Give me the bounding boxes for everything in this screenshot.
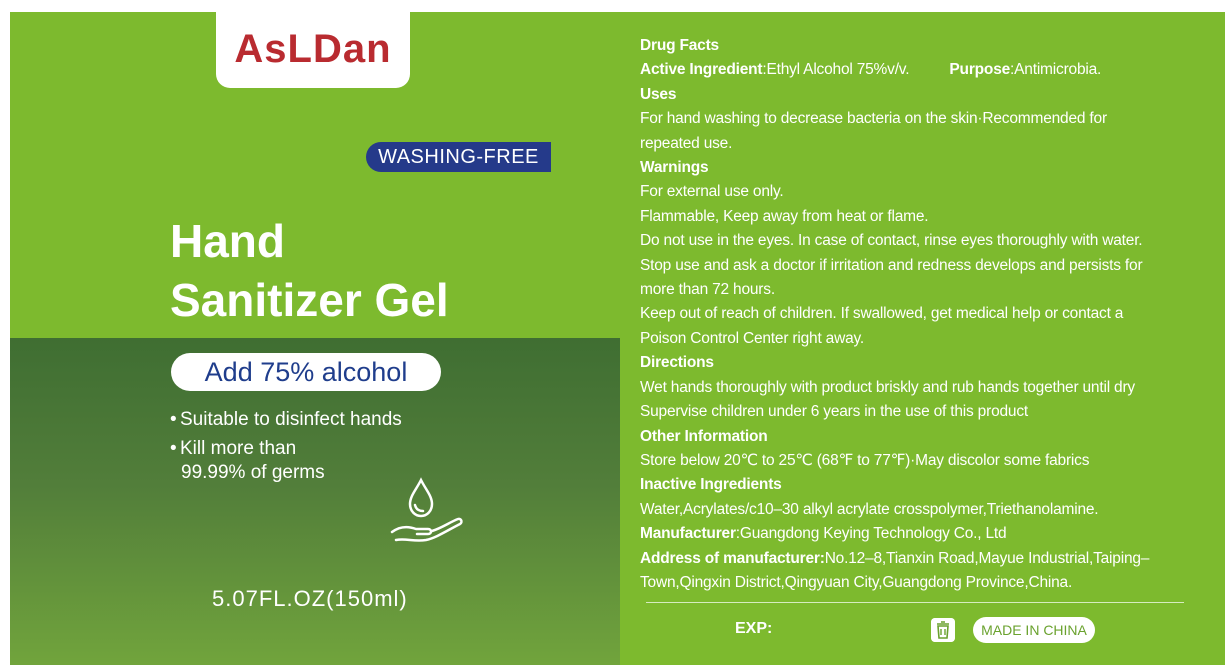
brand-logo: AsLDan	[216, 12, 410, 88]
address-text: Town,Qingxin District,Qingyuan City,Guan…	[640, 573, 1073, 591]
warning-text: Stop use and ask a doctor if irritation …	[640, 256, 1143, 274]
front-panel: AsLDan WASHING-FREE Hand Sanitizer Gel A…	[10, 12, 620, 665]
manufacturer-row: Manufacturer:Guangdong Keying Technology…	[640, 522, 1200, 546]
purpose-value: :Antimicrobia.	[1010, 61, 1102, 79]
other-info-text: Store below 20℃ to 25℃ (68℉ to 77℉)·May …	[640, 451, 1090, 469]
title-line-2: Sanitizer Gel	[170, 274, 449, 326]
bullet-dot: •	[170, 409, 177, 430]
drug-facts-panel: Drug Facts Active Ingredient:Ethyl Alcoh…	[640, 34, 1200, 595]
volume-text: 5.07FL.OZ(150ml)	[212, 586, 408, 611]
active-ingredient-value: :Ethyl Alcohol 75%v/v.	[762, 61, 910, 79]
warning-text: more than 72 hours.	[640, 281, 775, 299]
feature-text: Kill more than	[180, 438, 297, 459]
washing-free-badge: WASHING-FREE	[366, 142, 551, 172]
purpose-label: Purpose	[949, 61, 1011, 79]
inactive-ingredients-heading: Inactive Ingredients	[640, 476, 782, 494]
active-ingredient-row: Active Ingredient:Ethyl Alcohol 75%v/v. …	[640, 58, 1200, 82]
droplet-hand-icon	[390, 477, 463, 542]
drug-facts-heading: Drug Facts	[640, 37, 719, 54]
directions-text: Supervise children under 6 years in the …	[640, 403, 1028, 421]
warning-text: Flammable, Keep away from heat or flame.	[640, 207, 929, 225]
address-label: Address of manufacturer:	[640, 549, 825, 567]
uses-heading: Uses	[640, 85, 677, 103]
inactive-ingredients-text: Water,Acrylates/c10–30 alkyl acrylate cr…	[640, 500, 1099, 518]
feature-text: Suitable to disinfect hands	[180, 409, 402, 430]
recycle-bin-icon	[931, 618, 955, 642]
bullet-dot: •	[170, 438, 177, 459]
uses-text: repeated use.	[640, 134, 733, 152]
warning-text: Do not use in the eyes. In case of conta…	[640, 232, 1143, 250]
feature-text-continued: 99.99% of germs	[181, 462, 325, 483]
warning-text: Keep out of reach of children. If swallo…	[640, 305, 1124, 323]
address-row: Address of manufacturer:No.12–8,Tianxin …	[640, 547, 1200, 571]
active-ingredient-label: Active Ingredient	[640, 61, 763, 79]
feature-item: • Kill more than 99.99% of germs	[170, 437, 402, 485]
warning-text: Poison Control Center right away.	[640, 329, 865, 347]
purpose: Purpose:Antimicrobia.	[949, 61, 1101, 78]
feature-item: • Suitable to disinfect hands	[170, 408, 402, 432]
title-line-1: Hand	[170, 215, 285, 267]
footer-divider	[646, 602, 1184, 603]
address-value: No.12–8,Tianxin Road,Mayue Industrial,Ta…	[824, 549, 1150, 567]
feature-list: • Suitable to disinfect hands • Kill more …	[170, 408, 402, 490]
warning-text: For external use only.	[640, 183, 784, 201]
product-title: Hand Sanitizer Gel	[170, 212, 449, 330]
warnings-heading: Warnings	[640, 159, 709, 177]
manufacturer-value: :Guangdong Keying Technology Co., Ltd	[735, 525, 1007, 543]
alcohol-badge: Add 75% alcohol	[171, 353, 441, 391]
other-info-heading: Other Information	[640, 427, 768, 445]
directions-text: Wet hands thoroughly with product briskl…	[640, 378, 1135, 396]
directions-heading: Directions	[640, 354, 714, 372]
uses-text: For hand washing to decrease bacteria on…	[640, 110, 1107, 128]
manufacturer-label: Manufacturer	[640, 525, 736, 543]
made-in-china-badge: MADE IN CHINA	[973, 617, 1095, 643]
product-label: AsLDan WASHING-FREE Hand Sanitizer Gel A…	[10, 12, 1225, 665]
expiry-label: EXP:	[735, 620, 773, 637]
